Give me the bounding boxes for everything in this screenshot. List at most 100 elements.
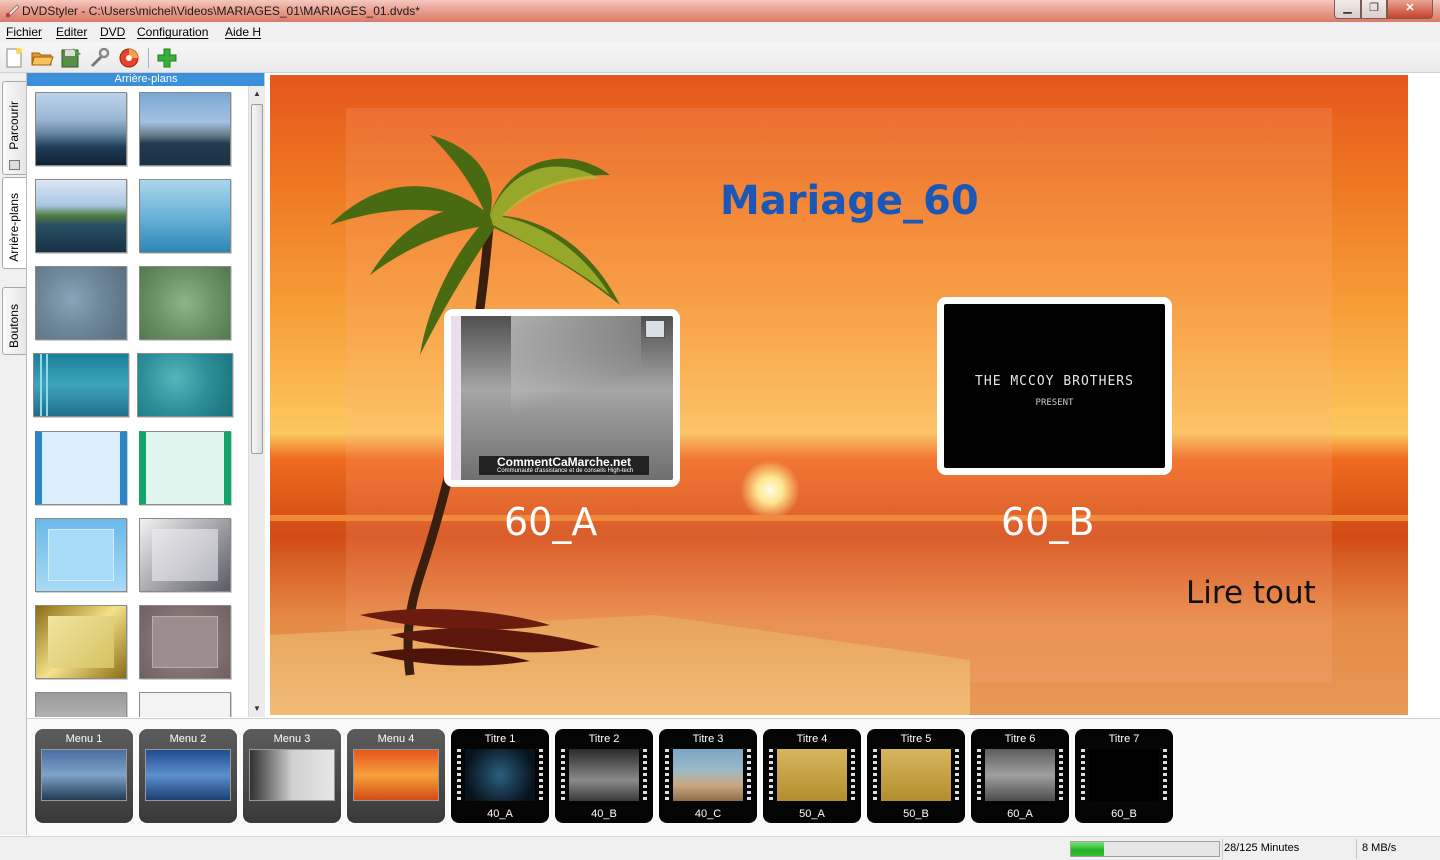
menu-configuration[interactable]: Configuration — [137, 25, 208, 39]
background-thumb-gray-blue-texture[interactable] — [35, 266, 127, 340]
new-file-icon[interactable] — [2, 46, 26, 70]
tab-arriere-plans-label: Arrière-plans — [7, 193, 21, 262]
add-icon[interactable] — [155, 46, 179, 70]
tile-preview — [465, 749, 535, 801]
tile-label: Titre 3 — [692, 733, 724, 745]
tab-boutons-label: Boutons — [7, 303, 21, 348]
tab-parcourir-label: Parcourir — [7, 101, 21, 150]
maximize-button[interactable]: ❐ — [1361, 0, 1387, 19]
menu-button-60b-label[interactable]: 60_B — [1001, 500, 1094, 544]
menu-canvas[interactable]: Mariage_60 CommentCaMarche.net Communaut… — [270, 75, 1408, 715]
scrollbar-thumb[interactable] — [251, 104, 263, 454]
film-perforation — [457, 749, 461, 801]
settings-wrench-icon[interactable] — [88, 46, 112, 70]
title-tile[interactable]: Titre 4 50_A — [763, 729, 861, 823]
tab-arriere-plans[interactable]: Arrière-plans — [2, 177, 26, 269]
title-tile[interactable]: Titre 1 40_A — [451, 729, 549, 823]
background-thumb-gold-frame[interactable] — [35, 605, 127, 679]
stripe-decoration — [40, 354, 42, 416]
status-separator — [1222, 839, 1223, 859]
background-thumb-white-texture[interactable] — [139, 692, 231, 717]
menu-editer[interactable]: Editer — [56, 25, 87, 39]
background-thumb-boat-bay[interactable] — [139, 92, 231, 166]
burn-disc-icon[interactable] — [117, 46, 141, 70]
status-separator — [1356, 839, 1357, 859]
status-rate: 8 MB/s — [1362, 842, 1397, 854]
close-icon: ✕ — [1405, 2, 1415, 14]
background-thumb-teal-stripes[interactable] — [33, 353, 129, 417]
film-perforation — [977, 749, 981, 801]
play-all-button[interactable]: Lire tout — [1186, 575, 1316, 611]
ccm-caption: CommentCaMarche.net Communauté d'assista… — [479, 456, 649, 475]
menu-button-60a-thumbnail[interactable]: CommentCaMarche.net Communauté d'assista… — [444, 309, 680, 487]
title-tile[interactable]: Titre 5 50_B — [867, 729, 965, 823]
background-thumb-green-texture[interactable] — [139, 266, 231, 340]
menu-tile[interactable]: Menu 2 — [139, 729, 237, 823]
background-thumb-light-blue-frame[interactable] — [35, 431, 127, 505]
background-thumb-teal-texture[interactable] — [137, 353, 233, 417]
tile-preview — [881, 749, 951, 801]
tile-sublabel: 60_B — [1111, 808, 1137, 820]
film-perforation — [955, 749, 959, 801]
menu-title-text[interactable]: Mariage_60 — [720, 178, 979, 224]
tile-label: Menu 3 — [273, 733, 311, 745]
dvdstyler-app-icon — [5, 4, 20, 19]
thumb-text-present: PRESENT — [1035, 398, 1074, 408]
tile-label: Titre 5 — [900, 733, 932, 745]
ccm-caption-subtitle: Communauté d'assistance et de conseils H… — [497, 468, 634, 474]
film-perforation — [851, 749, 855, 801]
menu-aide[interactable]: Aide H — [225, 25, 261, 39]
scroll-down-icon[interactable]: ▼ — [249, 701, 265, 717]
save-icon[interactable] — [59, 46, 83, 70]
tile-label: Titre 4 — [796, 733, 828, 745]
tile-preview — [353, 749, 439, 801]
background-thumb-blue-frame[interactable] — [35, 518, 127, 592]
frame-inner — [152, 529, 218, 581]
open-folder-icon[interactable] — [30, 46, 54, 70]
menu-tile[interactable]: Menu 3 — [243, 729, 341, 823]
close-button[interactable]: ✕ — [1387, 0, 1433, 19]
backgrounds-scrollbar[interactable]: ▲ ▼ — [248, 86, 265, 717]
menu-tile[interactable]: Menu 4 — [347, 729, 445, 823]
scroll-up-icon[interactable]: ▲ — [249, 86, 265, 102]
tab-parcourir-icon — [9, 160, 20, 170]
title-tile[interactable]: Titre 6 60_A — [971, 729, 1069, 823]
backgrounds-panel-header: Arrière-plans — [27, 73, 264, 86]
menu-tile[interactable]: Menu 1 — [35, 729, 133, 823]
background-thumb-red-gray-frame[interactable] — [139, 605, 231, 679]
vertical-tabs: Parcourir Arrière-plans Boutons — [0, 73, 27, 835]
background-thumb-sea-rocks[interactable] — [35, 92, 127, 166]
thumb-logo-icon — [645, 320, 665, 338]
thumb-edge — [451, 316, 461, 480]
title-tile[interactable]: Titre 2 40_B — [555, 729, 653, 823]
title-tile[interactable]: Titre 7 60_B — [1075, 729, 1173, 823]
minimize-button[interactable]: ▁ — [1334, 0, 1361, 19]
background-thumb-lake-forest[interactable] — [35, 179, 127, 253]
tile-label: Titre 7 — [1108, 733, 1140, 745]
tile-preview — [777, 749, 847, 801]
menu-button-60a-label[interactable]: 60_A — [504, 500, 597, 544]
tab-boutons[interactable]: Boutons — [2, 287, 26, 355]
stripe-decoration — [46, 354, 48, 416]
titleset-strip: Menu 1 Menu 2 Menu 3 Menu 4 Titre 1 40_A Titre… — [27, 718, 1440, 836]
tile-preview — [41, 749, 127, 801]
title-bar: DVDStyler - C:\Users\michel\Videos\MARIA… — [0, 0, 1440, 22]
menu-dvd[interactable]: DVD — [100, 25, 125, 39]
background-thumb-gray-gradient[interactable] — [35, 692, 127, 717]
menu-fichier[interactable]: Fichier — [6, 25, 42, 39]
film-perforation — [539, 749, 543, 801]
background-thumb-green-frame[interactable] — [139, 431, 231, 505]
background-thumb-blue-haze[interactable] — [139, 179, 231, 253]
tab-parcourir[interactable]: Parcourir — [2, 81, 26, 175]
menu-editor-area: Mariage_60 CommentCaMarche.net Communaut… — [266, 73, 1440, 717]
tile-preview — [1089, 749, 1159, 801]
tile-preview — [569, 749, 639, 801]
restore-icon: ❐ — [1369, 2, 1379, 14]
tile-label: Menu 1 — [65, 733, 103, 745]
toolbar-separator — [148, 48, 149, 68]
background-thumb-silver-frame[interactable] — [139, 518, 231, 592]
tile-sublabel: 50_A — [799, 808, 825, 820]
title-tile[interactable]: Titre 3 40_C — [659, 729, 757, 823]
menu-button-60b-thumbnail[interactable]: THE MCCOY BROTHERS PRESENT — [937, 297, 1172, 475]
toolbar — [0, 42, 1440, 73]
